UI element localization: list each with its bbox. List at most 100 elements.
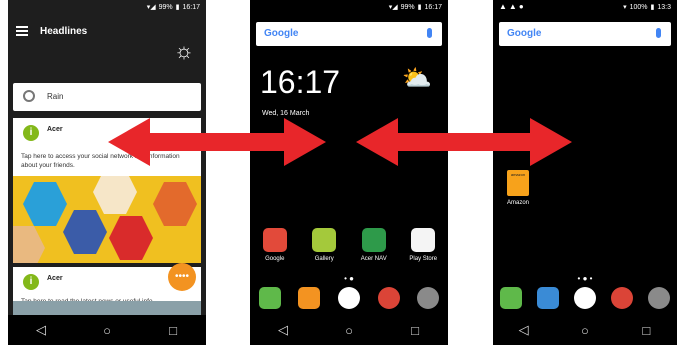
recents-icon[interactable]: □: [631, 323, 661, 338]
battery-icon: ▮: [650, 4, 655, 11]
info-icon: i: [23, 125, 39, 141]
avatar-illustration: [153, 182, 197, 226]
brightness-icon[interactable]: ☼: [174, 40, 194, 62]
navigation-bar: ◁ ○ □: [250, 315, 448, 345]
status-bar: ▾◢ 99% ▮ 16:17: [250, 0, 448, 14]
map-preview: [13, 301, 201, 315]
notes-app[interactable]: [530, 287, 567, 309]
status-time: 16:17: [424, 3, 442, 11]
battery-icon: ▮: [417, 4, 422, 11]
headlines-screen: ▾◢ 99% ▮ 16:17 Headlines ☼ Rain i Acer T…: [8, 0, 206, 345]
google-app-icon: [262, 228, 287, 252]
camera-app[interactable]: [640, 287, 677, 309]
acer-nav-app[interactable]: Acer NAV: [354, 228, 394, 262]
date-label: Wed, 16 March: [262, 110, 310, 117]
home-screen-secondary: ▲▲● ▾ 100% ▮ 13:3 Google amazon Amazon •…: [493, 0, 677, 345]
app-label: Amazon: [507, 200, 530, 206]
amazon-icon: amazon: [507, 170, 529, 196]
page-title: Headlines: [40, 26, 88, 37]
microphone-icon[interactable]: [427, 28, 432, 38]
navigation-bar: ◁ ○ □: [493, 315, 677, 345]
camera-app[interactable]: [408, 287, 448, 309]
app-label: Gallery: [314, 256, 334, 262]
menu-icon[interactable]: [16, 26, 28, 36]
app-drawer-app[interactable]: [567, 287, 604, 309]
video-icon: [109, 216, 153, 260]
swipe-arrow-left: [108, 118, 326, 166]
weather-icon[interactable]: ⛅: [402, 64, 432, 93]
twitter-icon: [23, 182, 67, 226]
screenshot-stage: ▾◢ 99% ▮ 16:17 Headlines ☼ Rain i Acer T…: [0, 0, 677, 347]
home-icon[interactable]: ○: [92, 323, 122, 338]
phone-app[interactable]: [493, 287, 530, 309]
avatar-illustration: [93, 176, 137, 214]
status-bar: ▲▲● ▾ 100% ▮ 13:3: [493, 0, 677, 14]
like-icon: [63, 210, 107, 254]
status-time: 16:17: [182, 3, 200, 11]
camera-icon: [417, 287, 440, 309]
home-icon[interactable]: ○: [334, 323, 364, 338]
messaging-app[interactable]: [290, 287, 330, 309]
dock: [493, 287, 677, 309]
back-icon[interactable]: ◁: [509, 322, 539, 338]
play-store-app[interactable]: Play Store: [403, 228, 443, 262]
google-logo: Google: [507, 28, 541, 39]
google-search-bar[interactable]: Google: [256, 22, 442, 46]
back-icon[interactable]: ◁: [268, 322, 298, 338]
google-logo-text: Google: [264, 28, 299, 39]
chrome-icon: [610, 287, 633, 309]
page-indicator: • ●: [344, 274, 354, 283]
signal-icon: ▾: [623, 4, 627, 11]
app-label: Play Store: [409, 256, 438, 262]
avatar-illustration: [13, 226, 45, 263]
acer-nav-icon: [361, 228, 386, 252]
phone-icon: [500, 287, 523, 309]
status-bar: ▾◢ 99% ▮ 16:17: [8, 0, 206, 14]
dock: [250, 287, 448, 309]
camera-icon: [647, 287, 670, 309]
navigation-bar: ◁ ○ □: [8, 315, 206, 345]
chrome-app[interactable]: [603, 287, 640, 309]
recents-icon[interactable]: □: [158, 323, 188, 338]
app-label: Google: [265, 256, 285, 262]
microphone-icon[interactable]: [656, 28, 661, 38]
info-icon: i: [23, 274, 39, 290]
gallery-icon: [312, 228, 337, 252]
amazon-icon-text: amazon: [510, 172, 526, 177]
chrome-app[interactable]: [369, 287, 409, 309]
battery-percent: 99%: [158, 3, 173, 11]
card-source: Acer: [47, 126, 63, 133]
home-icon[interactable]: ○: [570, 323, 600, 338]
swipe-arrow-right: [356, 118, 572, 166]
signal-icon: ▾◢: [388, 4, 398, 11]
status-time: 13:3: [657, 3, 671, 11]
arrow-shape: [356, 118, 572, 166]
clock-widget[interactable]: 16:17: [260, 64, 340, 101]
back-icon[interactable]: ◁: [26, 322, 56, 338]
notification-icons: ▲▲●: [499, 2, 526, 11]
arrow-shape: [108, 118, 326, 166]
apps-fab-button[interactable]: ••••: [168, 263, 196, 291]
app-label: Acer NAV: [360, 256, 387, 262]
home-screen: ▾◢ 99% ▮ 16:17 Google 16:17 ⛅ Wed, 16 Ma…: [250, 0, 448, 345]
google-app-app[interactable]: Google: [255, 228, 295, 262]
weather-card[interactable]: Rain: [13, 83, 201, 111]
app-drawer-app[interactable]: [329, 287, 369, 309]
battery-percent: 100%: [629, 3, 648, 11]
social-illustration: [13, 176, 201, 263]
google-logo: Google: [264, 28, 298, 39]
google-logo-text: Google: [507, 28, 542, 39]
amazon-app[interactable]: amazon Amazon: [507, 170, 529, 206]
messaging-icon: [298, 287, 321, 309]
play-store-icon: [411, 228, 436, 252]
google-search-bar[interactable]: Google: [499, 22, 671, 46]
gallery-app[interactable]: Gallery: [304, 228, 344, 262]
app-drawer-icon: [573, 287, 596, 309]
phone-app[interactable]: [250, 287, 290, 309]
phone-icon: [258, 287, 281, 309]
recents-icon[interactable]: □: [400, 323, 430, 338]
battery-percent: 99%: [400, 3, 415, 11]
app-drawer-icon: [337, 287, 360, 309]
battery-icon: ▮: [175, 4, 180, 11]
signal-icon: ▾◢: [146, 4, 156, 11]
